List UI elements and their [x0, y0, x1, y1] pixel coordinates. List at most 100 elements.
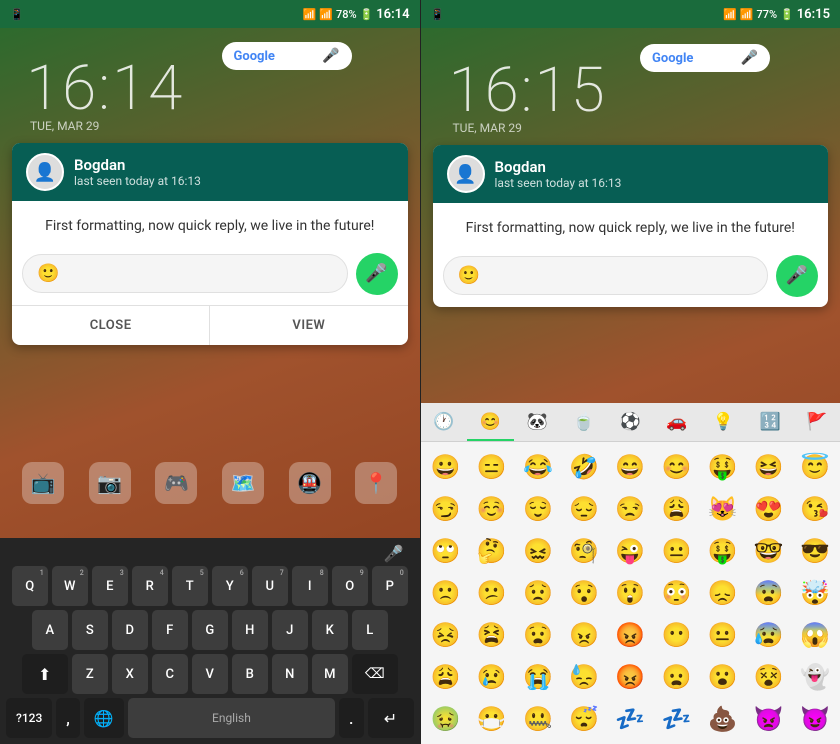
kb-space-key[interactable]: English — [128, 698, 335, 738]
emoji-thinking[interactable]: 🤔 — [469, 530, 515, 572]
emoji-tab-activity[interactable]: ⚽ — [607, 403, 654, 441]
emoji-dizzy[interactable]: 😵 — [746, 656, 792, 698]
kb-key-e[interactable]: E3 — [92, 566, 128, 606]
emoji-pensive[interactable]: 😔 — [561, 488, 607, 530]
dock-icon-4[interactable]: 🗺️ — [222, 462, 264, 504]
kb-shift-key[interactable]: ⬆ — [22, 654, 68, 694]
emoji-tab-smileys[interactable]: 😊 — [467, 403, 514, 441]
emoji-sleepy[interactable]: 😩 — [653, 488, 699, 530]
kb-key-y[interactable]: Y6 — [212, 566, 248, 606]
emoji-rage[interactable]: 😡 — [607, 614, 653, 656]
emoji-anguished[interactable]: 😧 — [515, 614, 561, 656]
kb-symbols-key[interactable]: ?123 — [6, 698, 52, 738]
emoji-expressionless[interactable]: 😑 — [469, 446, 515, 488]
emoji-heart-eyes[interactable]: 😍 — [746, 488, 792, 530]
kb-key-o[interactable]: O9 — [332, 566, 368, 606]
reply-mic-button-right[interactable]: 🎤 — [776, 255, 818, 297]
kb-key-l[interactable]: L — [352, 610, 388, 650]
emoji-devil[interactable]: 👿 — [746, 698, 792, 740]
emoji-tab-food[interactable]: 🍵 — [560, 403, 607, 441]
emoji-persevere[interactable]: 😣 — [423, 614, 469, 656]
dock-icon-5[interactable]: 🚇 — [289, 462, 331, 504]
emoji-sob[interactable]: 😭 — [515, 656, 561, 698]
emoji-mask[interactable]: 😐 — [700, 614, 746, 656]
kb-key-g[interactable]: G — [192, 610, 228, 650]
emoji-weary[interactable]: 😩 — [423, 656, 469, 698]
emoji-tab-animals[interactable]: 🐼 — [514, 403, 561, 441]
emoji-hushed[interactable]: 😯 — [561, 572, 607, 614]
emoji-tab-travel[interactable]: 🚗 — [654, 403, 701, 441]
emoji-smirk[interactable]: 😏 — [423, 488, 469, 530]
emoji-cry[interactable]: 😢 — [469, 656, 515, 698]
emoji-slightly-frowning[interactable]: 🙁 — [423, 572, 469, 614]
close-button[interactable]: CLOSE — [12, 306, 210, 345]
google-search-bar-left[interactable]: Google 🎤 — [222, 42, 352, 70]
emoji-relieved[interactable]: 😌 — [515, 488, 561, 530]
emoji-rolling-eyes[interactable]: 🙄 — [423, 530, 469, 572]
emoji-grinning[interactable]: 😀 — [423, 446, 469, 488]
emoji-sweat[interactable]: 😓 — [561, 656, 607, 698]
kb-period-key[interactable]: . — [339, 698, 363, 738]
emoji-smiling-devil[interactable]: 😈 — [792, 698, 838, 740]
emoji-ghost[interactable]: 👻 — [792, 656, 838, 698]
emoji-poop[interactable]: 💩 — [700, 698, 746, 740]
emoji-joy[interactable]: 😂 — [515, 446, 561, 488]
emoji-unamused[interactable]: 😒 — [607, 488, 653, 530]
emoji-nerd[interactable]: 🤓 — [746, 530, 792, 572]
emoji-tab-flags[interactable]: 🚩 — [793, 403, 840, 441]
emoji-exploding-head[interactable]: 🤯 — [792, 572, 838, 614]
emoji-money-face[interactable]: 🤑 — [700, 530, 746, 572]
kb-key-w[interactable]: W2 — [52, 566, 88, 606]
emoji-disappointed[interactable]: 😞 — [700, 572, 746, 614]
kb-key-k[interactable]: K — [312, 610, 348, 650]
emoji-sunglasses[interactable]: 😎 — [792, 530, 838, 572]
google-search-bar-right[interactable]: Google 🎤 — [640, 44, 770, 72]
kb-key-t[interactable]: T5 — [172, 566, 208, 606]
emoji-blush[interactable]: ☺️ — [469, 488, 515, 530]
emoji-innocent[interactable]: 😇 — [792, 446, 838, 488]
emoji-flushed[interactable]: 😳 — [653, 572, 699, 614]
emoji-scream[interactable]: 😱 — [792, 614, 838, 656]
emoji-nauseated[interactable]: 🤢 — [423, 698, 469, 740]
kb-key-z[interactable]: Z — [72, 654, 108, 694]
emoji-heart-eyes-cat[interactable]: 😻 — [700, 488, 746, 530]
emoji-zzz2[interactable]: 💤 — [653, 698, 699, 740]
emoji-frowning2[interactable]: 😦 — [653, 656, 699, 698]
kb-key-m[interactable]: M — [312, 654, 348, 694]
kb-key-a[interactable]: A — [32, 610, 68, 650]
emoji-zipper-mouth[interactable]: 🤐 — [515, 698, 561, 740]
emoji-satisfied[interactable]: 😆 — [746, 446, 792, 488]
emoji-grin[interactable]: 😄 — [607, 446, 653, 488]
emoji-pout[interactable]: 😡 — [607, 656, 653, 698]
kb-key-s[interactable]: S — [72, 610, 108, 650]
kb-key-h[interactable]: H — [232, 610, 268, 650]
kb-key-n[interactable]: N — [272, 654, 308, 694]
emoji-angry[interactable]: 😠 — [561, 614, 607, 656]
dock-icon-3[interactable]: 🎮 — [155, 462, 197, 504]
emoji-rofl[interactable]: 🤣 — [561, 446, 607, 488]
emoji-zzz1[interactable]: 💤 — [607, 698, 653, 740]
emoji-open-mouth[interactable]: 😮 — [700, 656, 746, 698]
kb-delete-key[interactable]: ⌫ — [352, 654, 398, 694]
emoji-confused[interactable]: 😕 — [469, 572, 515, 614]
kb-key-c[interactable]: C — [152, 654, 188, 694]
emoji-tab-recent[interactable]: 🕐 — [421, 403, 468, 441]
kb-key-v[interactable]: V — [192, 654, 228, 694]
reply-input-right[interactable]: 🙂 — [443, 256, 769, 295]
emoji-neutral[interactable]: 😐 — [653, 530, 699, 572]
emoji-kissing-heart[interactable]: 😘 — [792, 488, 838, 530]
kb-key-p[interactable]: P0 — [372, 566, 408, 606]
emoji-sick[interactable]: 😷 — [469, 698, 515, 740]
kb-enter-key[interactable]: ↵ — [368, 698, 414, 738]
emoji-fearful[interactable]: 😨 — [746, 572, 792, 614]
kb-key-q[interactable]: Q1 — [12, 566, 48, 606]
emoji-moneymouth[interactable]: 🤑 — [700, 446, 746, 488]
kb-comma-key[interactable]: , — [56, 698, 80, 738]
emoji-astonished[interactable]: 😲 — [607, 572, 653, 614]
dock-icon-6[interactable]: 📍 — [355, 462, 397, 504]
reply-mic-button-left[interactable]: 🎤 — [356, 253, 398, 295]
emoji-worried[interactable]: 😟 — [515, 572, 561, 614]
kb-key-i[interactable]: I8 — [292, 566, 328, 606]
kb-globe-key[interactable]: 🌐 — [84, 698, 124, 738]
kb-key-u[interactable]: U7 — [252, 566, 288, 606]
